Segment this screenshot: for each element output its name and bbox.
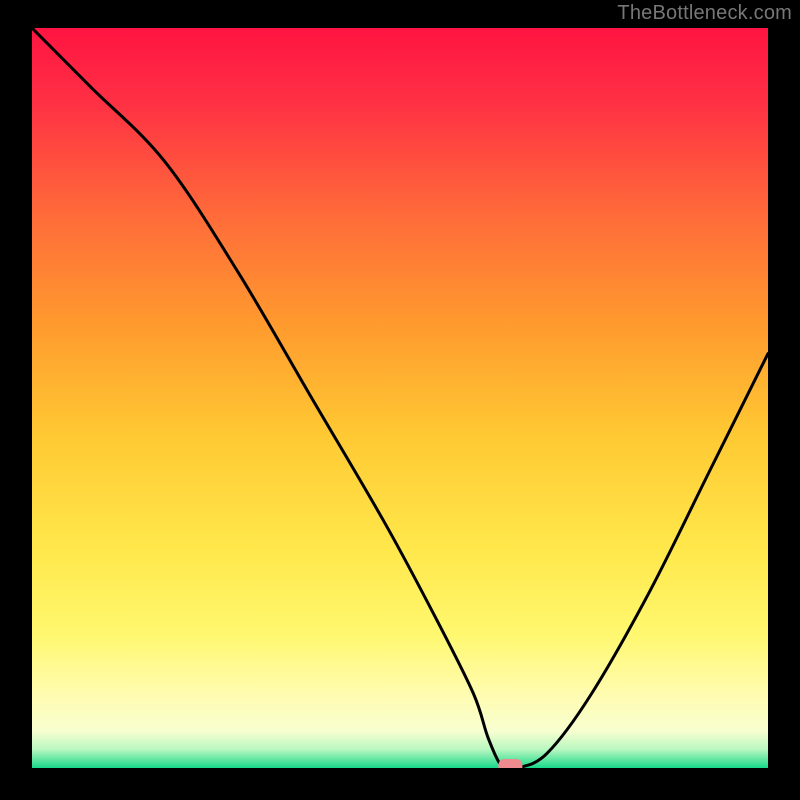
chart-frame: TheBottleneck.com <box>0 0 800 800</box>
optimum-marker <box>498 759 522 768</box>
chart-background <box>32 28 768 768</box>
watermark-text: TheBottleneck.com <box>617 2 792 25</box>
plot-area <box>32 28 768 768</box>
chart-svg <box>32 28 768 768</box>
